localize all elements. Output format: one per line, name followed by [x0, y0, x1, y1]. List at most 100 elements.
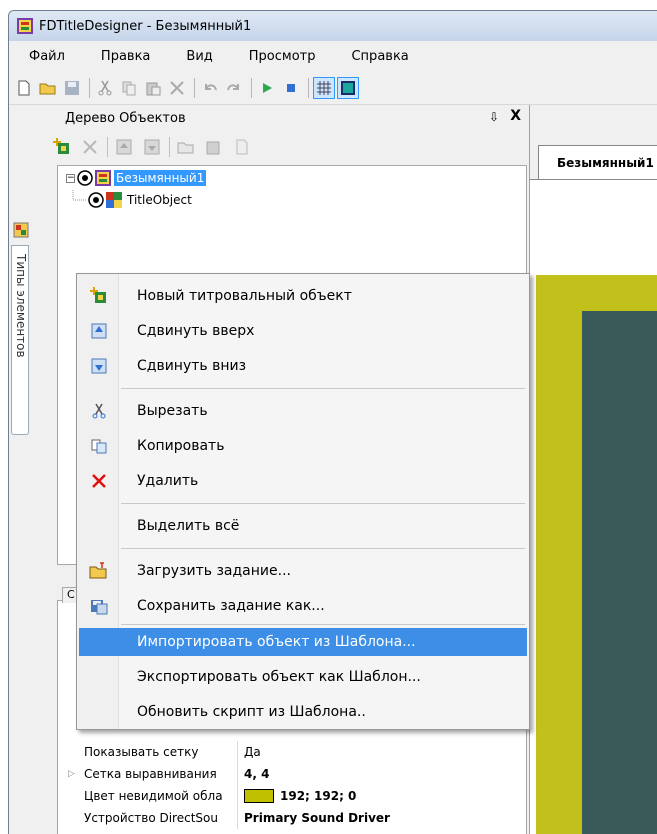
save-button[interactable] — [61, 77, 83, 99]
property-row[interactable]: Цвет невидимой обла 192; 192; 0 — [58, 785, 526, 807]
tree-node-child[interactable]: TitleObject — [72, 190, 194, 210]
cut-button[interactable] — [94, 77, 116, 99]
menu-preview[interactable]: Просмотр — [245, 47, 320, 66]
cut-icon — [92, 403, 106, 419]
property-value: 4, 4 — [244, 767, 270, 781]
new-object-button[interactable] — [51, 136, 73, 158]
menu-item-label: Новый титровальный объект — [137, 288, 352, 304]
move-up-button[interactable] — [113, 136, 135, 158]
delete-icon — [92, 474, 106, 488]
delete-button[interactable] — [166, 77, 188, 99]
property-value: Primary Sound Driver — [244, 811, 390, 825]
property-color-value: 192; 192; 0 — [238, 789, 356, 803]
paste-button[interactable] — [142, 77, 164, 99]
property-row[interactable]: ▷ Сетка выравнивания 4, 4 — [58, 763, 526, 785]
visibility-eye-icon[interactable] — [88, 192, 104, 208]
open-button[interactable] — [37, 77, 59, 99]
project-icon — [95, 170, 111, 186]
template-button[interactable] — [231, 136, 253, 158]
menu-item-save-task-as[interactable]: Сохранить задание как... — [79, 592, 527, 620]
menu-item-update-script[interactable]: Обновить скрипт из Шаблона.. — [79, 698, 527, 726]
visibility-eye-icon[interactable] — [77, 170, 93, 186]
safe-area-icon — [341, 80, 355, 95]
load-task-button[interactable] — [175, 136, 197, 158]
safe-area-toggle-button[interactable] — [337, 76, 359, 99]
menu-item-import-from-template[interactable]: Импортировать объект из Шаблона... — [79, 628, 527, 656]
window-title: FDTitleDesigner - Безымянный1 — [39, 18, 252, 34]
menu-file[interactable]: Файл — [25, 47, 69, 66]
undo-button[interactable] — [199, 77, 221, 99]
expand-arrow-icon[interactable]: ▷ — [68, 769, 75, 779]
app-icon — [17, 18, 33, 34]
menu-item-label: Выделить всё — [137, 518, 240, 534]
cut-icon — [98, 80, 112, 95]
menu-item-select-all[interactable]: Выделить всё — [79, 512, 527, 540]
copy-button[interactable] — [118, 77, 140, 99]
delete-object-button[interactable] — [79, 136, 101, 158]
menu-item-copy[interactable]: Копировать — [79, 432, 527, 460]
menu-item-label: Сдвинуть вниз — [137, 358, 247, 374]
pin-icon[interactable]: ⇩ — [489, 110, 499, 124]
stop-icon — [287, 83, 295, 92]
stop-button[interactable] — [280, 77, 302, 99]
save-as-icon — [91, 600, 108, 615]
toolbar-separator — [194, 77, 195, 98]
property-name: Сетка выравнивания — [58, 763, 238, 785]
save-icon — [65, 80, 79, 95]
tree-node-label: TitleObject — [127, 193, 192, 207]
redo-icon — [227, 83, 239, 90]
menu-item-export-as-template[interactable]: Экспортировать объект как Шаблон... — [79, 663, 527, 691]
menu-item-label: Сдвинуть вверх — [137, 323, 255, 339]
copy-icon — [91, 439, 107, 454]
menu-item-label: Сохранить задание как... — [137, 598, 325, 614]
object-tree-header: Дерево Объектов — [31, 105, 529, 131]
menu-item-cut[interactable]: Вырезать — [79, 397, 527, 425]
object-tree-title: Дерево Объектов — [65, 110, 186, 126]
property-row[interactable]: Показывать сетку Да — [58, 741, 526, 763]
play-icon — [263, 82, 272, 93]
property-row[interactable]: Устройство DirectSou Primary Sound Drive… — [58, 807, 526, 829]
menu-separator — [121, 388, 525, 389]
move-down-icon — [91, 358, 107, 374]
grid-toggle-button[interactable] — [313, 76, 335, 99]
main-toolbar — [9, 71, 657, 105]
menu-item-new-object[interactable]: Новый титровальный объект — [79, 282, 527, 310]
menu-item-label: Обновить скрипт из Шаблона.. — [137, 704, 366, 720]
title-object-area[interactable] — [582, 311, 657, 834]
menu-item-move-up[interactable]: Сдвинуть вверх — [79, 317, 527, 345]
menu-edit[interactable]: Правка — [97, 47, 154, 66]
delete-icon — [83, 140, 97, 154]
menu-help[interactable]: Справка — [347, 47, 412, 66]
collapse-toggle[interactable]: − — [66, 173, 75, 183]
menu-item-delete[interactable]: Удалить — [79, 467, 527, 495]
redo-button[interactable] — [223, 77, 245, 99]
close-icon[interactable]: X — [510, 108, 521, 124]
menu-item-load-task[interactable]: Загрузить задание... — [79, 557, 527, 585]
menu-bar: Файл Правка Вид Просмотр Справка — [9, 41, 657, 71]
property-name: Цвет невидимой обла — [58, 785, 238, 807]
save-task-button[interactable] — [203, 136, 225, 158]
document-tab[interactable]: Безымянный1 — [538, 145, 657, 179]
move-down-button[interactable] — [141, 136, 163, 158]
color-swatch — [244, 789, 274, 803]
menu-view[interactable]: Вид — [182, 47, 216, 66]
new-file-button[interactable] — [13, 77, 35, 99]
object-tree-toolbar — [51, 131, 259, 163]
play-button[interactable] — [256, 77, 278, 99]
save-icon — [206, 141, 220, 155]
property-name: Показывать сетку — [58, 741, 238, 763]
grid-icon — [317, 80, 331, 95]
open-folder-icon — [177, 142, 194, 154]
element-types-label: Типы элементов — [14, 254, 28, 358]
new-object-icon — [90, 287, 106, 303]
copy-icon — [122, 81, 136, 95]
toolbar-separator — [308, 77, 309, 98]
side-strip: Типы элементов — [9, 105, 31, 834]
document-area: Безымянный1 — [529, 105, 657, 834]
tree-node-root[interactable]: − Безымянный1 — [66, 168, 207, 188]
menu-item-label: Копировать — [137, 438, 225, 454]
menu-item-move-down[interactable]: Сдвинуть вниз — [79, 352, 527, 380]
property-value: Да — [244, 745, 261, 759]
element-types-tab[interactable]: Типы элементов — [11, 222, 29, 435]
toolbar-separator — [89, 77, 90, 98]
